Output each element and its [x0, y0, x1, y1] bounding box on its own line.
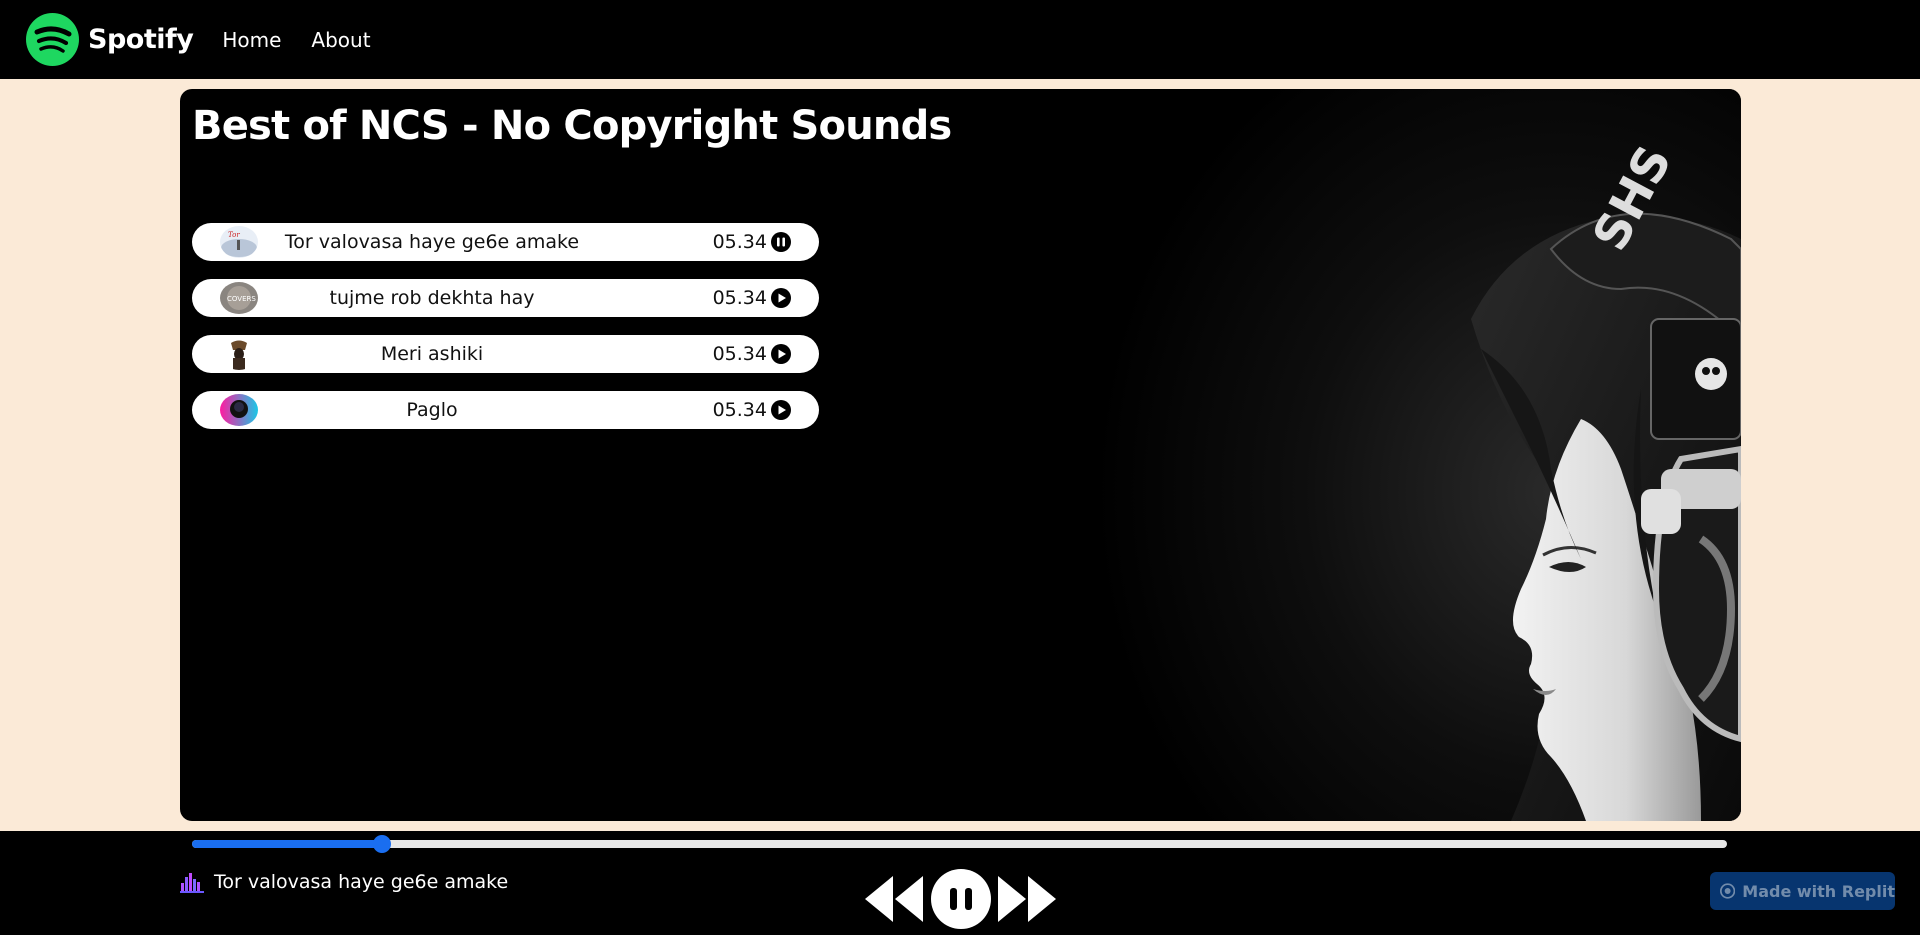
play-icon[interactable]	[771, 288, 791, 308]
player-bar: Tor valovasa haye ge6e amake Made with R…	[0, 831, 1920, 935]
song-duration: 05.34	[712, 231, 767, 253]
spotify-logo-icon	[26, 13, 79, 66]
progress-slider[interactable]	[192, 835, 1727, 853]
next-icon[interactable]	[996, 868, 1058, 930]
brand[interactable]: Spotify	[26, 13, 194, 66]
replit-label: Made with Replit	[1742, 881, 1895, 901]
equalizer-gif-icon	[180, 873, 204, 893]
song-title: Tor valovasa haye ge6e amake	[284, 231, 580, 253]
song-item[interactable]: COVERS tujme rob dekhta hay 05.34	[192, 279, 819, 317]
song-title: Meri ashiki	[380, 343, 484, 365]
nav-link-about[interactable]: About	[311, 28, 370, 52]
now-playing: Tor valovasa haye ge6e amake	[180, 871, 508, 893]
now-playing-title: Tor valovasa haye ge6e amake	[214, 871, 509, 893]
song-cover-image: COVERS	[220, 282, 258, 314]
song-duration: 05.34	[712, 399, 767, 421]
hero-image: SHS	[1081, 89, 1741, 821]
brand-name: Spotify	[88, 24, 194, 55]
song-list: Tor Tor valovasa haye ge6e amake 05.34 C…	[192, 223, 819, 447]
song-duration: 05.34	[712, 343, 767, 365]
navbar: Spotify Home About	[0, 0, 1920, 79]
song-item[interactable]: Paglo 05.34	[192, 391, 819, 429]
play-icon[interactable]	[771, 344, 791, 364]
song-cover-image	[220, 394, 258, 426]
song-item[interactable]: Tor Tor valovasa haye ge6e amake 05.34	[192, 223, 819, 261]
playback-controls	[863, 868, 1058, 930]
svg-text:COVERS: COVERS	[227, 295, 256, 303]
previous-icon[interactable]	[863, 868, 925, 930]
play-icon[interactable]	[771, 400, 791, 420]
pause-icon[interactable]	[771, 232, 791, 252]
replit-icon	[1720, 883, 1736, 899]
song-item[interactable]: Meri ashiki 05.34	[192, 335, 819, 373]
song-title: Paglo	[406, 399, 458, 421]
playlist-title: Best of NCS - No Copyright Sounds	[192, 103, 952, 149]
song-duration: 05.34	[712, 287, 767, 309]
progress-thumb[interactable]	[373, 835, 392, 853]
nav-link-home[interactable]: Home	[222, 28, 281, 52]
playlist-container: SHS Best of NCS - No Copyright Sounds To…	[180, 89, 1741, 821]
song-cover-image	[220, 338, 258, 370]
svg-text:Tor: Tor	[228, 231, 240, 239]
progress-fill	[192, 840, 383, 848]
made-with-replit-badge[interactable]: Made with Replit	[1710, 872, 1895, 910]
pause-icon[interactable]	[930, 868, 992, 930]
song-title: tujme rob dekhta hay	[329, 287, 535, 309]
song-cover-image: Tor	[220, 226, 258, 258]
